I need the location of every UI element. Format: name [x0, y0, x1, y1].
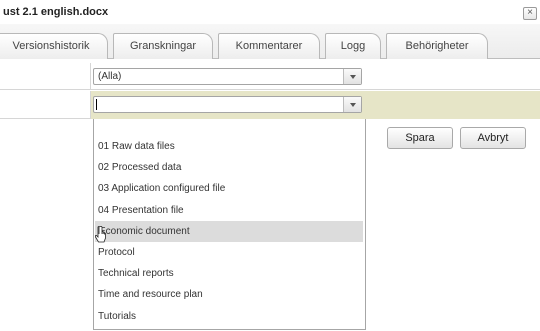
document-type-dropdown-list[interactable]: 01 Raw data files 02 Processed data 03 A…: [93, 119, 366, 330]
dropdown-option[interactable]: Technical reports: [94, 263, 365, 284]
tab-label: Logg: [340, 40, 366, 52]
filter-label-cell: [0, 91, 91, 119]
tab-granskningar[interactable]: Granskningar: [113, 33, 213, 59]
tab-logg[interactable]: Logg: [325, 33, 381, 59]
dropdown-option[interactable]: Tutorials: [94, 306, 365, 327]
text-caret: [96, 99, 97, 110]
dropdown-option[interactable]: Time and resource plan: [94, 284, 365, 305]
tab-kommentarer[interactable]: Kommentarer: [218, 33, 320, 59]
filter-row-1: (Alla): [0, 63, 540, 90]
window-titlebar: ust 2.1 english.docx ×: [0, 0, 540, 24]
dropdown-option[interactable]: 02 Processed data: [94, 157, 365, 178]
chevron-down-icon[interactable]: [343, 69, 361, 84]
dropdown-option-highlighted[interactable]: Economic document: [95, 221, 363, 242]
tab-label: Granskningar: [129, 40, 197, 52]
close-icon[interactable]: ×: [523, 7, 537, 20]
dropdown-option[interactable]: 04 Presentation file: [94, 200, 365, 221]
filter-label-cell: [0, 63, 91, 89]
tab-behorigheter[interactable]: Behörigheter: [386, 33, 488, 59]
dropdown-option[interactable]: 03 Application configured file: [94, 178, 365, 199]
document-type-select[interactable]: [93, 96, 362, 113]
tab-label: Behörigheter: [405, 40, 469, 52]
hand-pointer-icon: [95, 226, 106, 243]
dropdown-option[interactable]: Protocol: [94, 242, 365, 263]
tab-label: Kommentarer: [235, 40, 303, 52]
save-button[interactable]: Spara: [387, 127, 453, 149]
filter-row-2: [0, 91, 540, 119]
filter-select-all[interactable]: (Alla): [93, 68, 362, 85]
window-title: ust 2.1 english.docx: [3, 6, 109, 18]
cancel-button[interactable]: Avbryt: [460, 127, 526, 149]
select-value: (Alla): [98, 71, 122, 82]
chevron-down-icon[interactable]: [343, 97, 361, 112]
tab-versionshistorik[interactable]: Versionshistorik: [0, 33, 108, 59]
tab-bar: Versionshistorik Granskningar Kommentare…: [0, 24, 540, 59]
tab-label: Versionshistorik: [12, 40, 90, 52]
dropdown-option[interactable]: 01 Raw data files: [94, 136, 365, 157]
